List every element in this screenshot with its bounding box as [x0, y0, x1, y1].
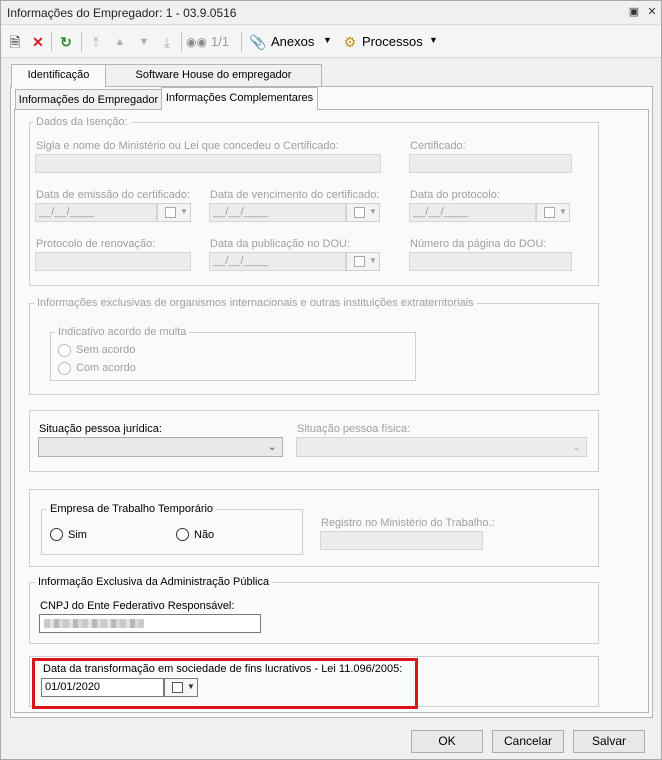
- anexos-button[interactable]: Anexos: [271, 34, 314, 49]
- toolbar-separator: [181, 32, 182, 52]
- tab-informacoes-empregador[interactable]: Informações do Empregador: [15, 89, 162, 111]
- chevron-down-icon: ⌄: [267, 441, 277, 453]
- sem-acordo-radio[interactable]: [58, 344, 71, 357]
- registro-input[interactable]: [320, 531, 483, 550]
- administracao-publica-group: [29, 582, 599, 644]
- delete-icon[interactable]: ✕: [29, 33, 47, 51]
- process-gear-icon[interactable]: ⚙: [341, 33, 359, 51]
- data-protocolo-calendar-button[interactable]: ▼: [536, 203, 570, 222]
- numero-pagina-label: Número da página do DOU:: [410, 238, 547, 250]
- binoculars-icon[interactable]: ◉◉: [186, 33, 207, 51]
- sim-label: Sim: [68, 529, 87, 541]
- situacao-pj-select[interactable]: ⌄: [38, 437, 283, 457]
- dados-isencao-legend: Dados da Isenção:: [33, 116, 131, 128]
- acordo-multa-legend: Indicativo acordo de multa: [55, 326, 190, 338]
- data-emissao-input[interactable]: __/__/____: [35, 203, 157, 222]
- calendar-icon: [165, 207, 176, 218]
- certificado-input[interactable]: [409, 154, 572, 173]
- first-record-icon[interactable]: ⤒: [87, 33, 105, 51]
- sigla-label: Sigla e nome do Ministério ou Lei que co…: [36, 140, 339, 152]
- protocolo-renovacao-input[interactable]: [35, 252, 191, 271]
- chevron-down-icon: ⌄: [571, 441, 581, 453]
- calendar-icon: [354, 256, 365, 267]
- calendar-icon: [354, 207, 365, 218]
- situacao-pf-label: Situação pessoa física:: [297, 423, 411, 435]
- data-publicacao-input[interactable]: __/__/____: [209, 252, 346, 271]
- numero-pagina-input[interactable]: [409, 252, 572, 271]
- tab-software-house[interactable]: Software House do empregador: [105, 64, 322, 86]
- window-title: Informações do Empregador: 1 - 03.9.0516: [7, 6, 237, 20]
- last-record-icon[interactable]: ⤓: [158, 33, 176, 51]
- nao-radio[interactable]: [176, 528, 189, 541]
- cnpj-label: CNPJ do Ente Federativo Responsável:: [40, 600, 235, 612]
- salvar-button[interactable]: Salvar: [573, 730, 645, 753]
- trabalho-temporario-legend: Empresa de Trabalho Temporário: [47, 503, 217, 515]
- nao-label: Não: [194, 529, 215, 541]
- certificado-label: Certificado:: [410, 140, 466, 152]
- ok-button[interactable]: OK: [411, 730, 483, 753]
- paperclip-icon[interactable]: 📎: [249, 33, 267, 51]
- chevron-down-icon: ▼: [559, 207, 567, 216]
- data-publicacao-calendar-button[interactable]: ▼: [346, 252, 380, 271]
- highlight-box: [32, 658, 418, 709]
- chevron-down-icon: ▼: [369, 256, 377, 265]
- com-acordo-label: Com acordo: [76, 362, 136, 374]
- cnpj-redacted-value: [44, 619, 144, 628]
- protocolo-renovacao-label: Protocolo de renovação:: [36, 238, 156, 250]
- data-vencimento-label: Data de vencimento do certificado:: [210, 189, 380, 201]
- data-vencimento-input[interactable]: __/__/____: [209, 203, 346, 222]
- sigla-input[interactable]: [35, 154, 381, 173]
- cnpj-input[interactable]: [39, 614, 261, 633]
- com-acordo-radio[interactable]: [58, 362, 71, 375]
- chevron-down-icon: ▼: [369, 207, 377, 216]
- toolbar: 🗎 ✕ ↻ ⤒ ▲ ▼ ⤓ ◉◉ 1/1 📎 Anexos ▼ ⚙ Proces…: [1, 26, 661, 58]
- restore-icon[interactable]: ▣: [627, 5, 641, 19]
- calendar-icon: [544, 207, 555, 218]
- toolbar-separator: [241, 32, 242, 52]
- title-bar: Informações do Empregador: 1 - 03.9.0516…: [1, 1, 661, 25]
- registro-label: Registro no Ministério do Trabalho.:: [321, 517, 495, 529]
- data-publicacao-label: Data da publicação no DOU:: [210, 238, 351, 250]
- cancelar-button[interactable]: Cancelar: [492, 730, 564, 753]
- sem-acordo-label: Sem acordo: [76, 344, 136, 356]
- data-emissao-label: Data de emissão do certificado:: [36, 189, 191, 201]
- refresh-icon[interactable]: ↻: [57, 33, 75, 51]
- tab-identificacao[interactable]: Identificação: [11, 64, 106, 87]
- previous-record-icon[interactable]: ▲: [111, 33, 129, 51]
- processos-dropdown-icon[interactable]: ▼: [429, 35, 438, 45]
- sim-radio[interactable]: [50, 528, 63, 541]
- new-document-icon[interactable]: 🗎: [6, 33, 24, 51]
- record-counter: 1/1: [211, 34, 230, 49]
- processos-button[interactable]: Processos: [362, 34, 423, 49]
- chevron-down-icon: ▼: [180, 207, 188, 216]
- employer-info-window: Informações do Empregador: 1 - 03.9.0516…: [0, 0, 662, 760]
- anexos-dropdown-icon[interactable]: ▼: [323, 35, 332, 45]
- data-emissao-calendar-button[interactable]: ▼: [157, 203, 191, 222]
- situacao-pf-select[interactable]: ⌄: [296, 437, 587, 457]
- organismos-legend: Informações exclusivas de organismos int…: [34, 297, 477, 309]
- toolbar-separator: [81, 32, 82, 52]
- situacao-pj-label: Situação pessoa jurídica:: [39, 423, 162, 435]
- close-icon[interactable]: ✕: [645, 5, 659, 19]
- toolbar-separator: [51, 32, 52, 52]
- next-record-icon[interactable]: ▼: [135, 33, 153, 51]
- tab-informacoes-complementares[interactable]: Informações Complementares: [161, 87, 318, 110]
- data-protocolo-label: Data do protocolo:: [410, 189, 500, 201]
- data-vencimento-calendar-button[interactable]: ▼: [346, 203, 380, 222]
- administracao-publica-legend: Informação Exclusiva da Administração Pú…: [35, 576, 273, 588]
- data-protocolo-input[interactable]: __/__/____: [409, 203, 536, 222]
